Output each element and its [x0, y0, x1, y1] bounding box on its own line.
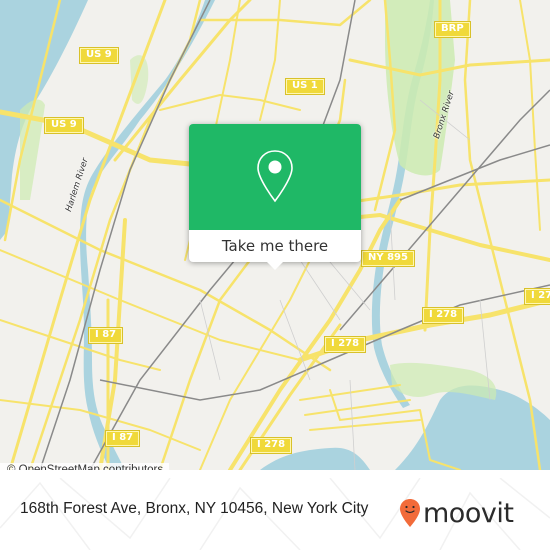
moovit-logo[interactable]: moovit — [399, 495, 514, 531]
road — [0, 249, 301, 361]
popup-pointer — [267, 262, 283, 270]
road — [159, 94, 301, 111]
location-popup: Take me there — [189, 124, 361, 270]
map-pin-icon — [257, 150, 293, 203]
take-me-there-button[interactable]: Take me there — [189, 230, 361, 262]
park-small — [130, 55, 149, 104]
popup-header — [189, 124, 361, 230]
route-shield-us9: US 9 — [79, 47, 119, 64]
route-shield-i278: I 278 — [421, 307, 465, 324]
route-shield-ny895: NY 895 — [361, 250, 415, 267]
route-shield-i278: I 278 — [523, 288, 550, 305]
route-shield-i87: I 87 — [87, 327, 124, 344]
route-shield-i278: I 278 — [323, 336, 367, 353]
bay-east — [395, 385, 550, 470]
crotona-park — [390, 362, 497, 400]
footer-bar: 168th Forest Ave, Bronx, NY 10456, New Y… — [0, 478, 550, 550]
route-shield-i278: I 278 — [249, 437, 293, 454]
moovit-wordmark: moovit — [423, 497, 514, 529]
moovit-pin-icon — [400, 499, 420, 527]
road — [519, 0, 541, 231]
route-shield-brp: BRP — [434, 21, 471, 38]
map-view[interactable]: US 9 US 9 US 1 BRP NY 895 I 278 I 278 I … — [0, 0, 550, 470]
address-text: 168th Forest Ave, Bronx, NY 10456, New Y… — [20, 500, 369, 517]
route-shield-us1: US 1 — [285, 78, 325, 95]
map-attribution[interactable]: © OpenStreetMap contributors — [0, 463, 170, 470]
road — [198, 0, 372, 27]
route-shield-us9: US 9 — [44, 117, 84, 134]
route-shield-i87: I 87 — [104, 430, 141, 447]
